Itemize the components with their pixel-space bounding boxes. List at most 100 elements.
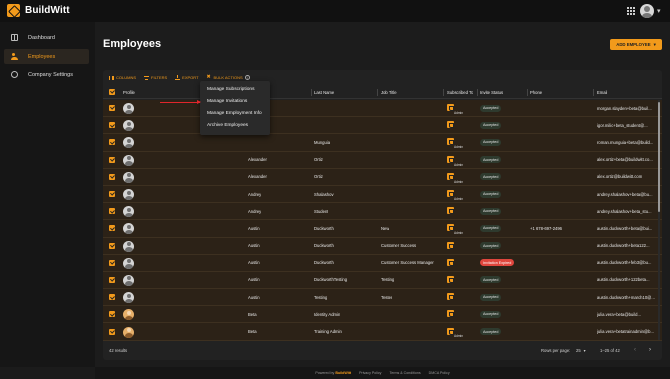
column-separator[interactable] (527, 89, 528, 96)
row-checkbox[interactable] (109, 139, 115, 146)
dmca-link[interactable]: DMCA Policy (429, 371, 450, 375)
table-row[interactable]: Andrey Student Accepted andrey.shalashov+be… (103, 203, 662, 221)
subscription-icon (447, 138, 454, 146)
column-header-subscribed-to[interactable]: Subscribed To (447, 86, 473, 98)
terms-link[interactable]: Terms & Conditions (389, 371, 420, 375)
dashboard-icon (11, 34, 18, 41)
table-row[interactable]: Admin Accepted morgan.slayden+beta@buil... (103, 100, 662, 118)
sidebar: Dashboard Employees Company Settings (0, 22, 95, 367)
row-checkbox[interactable] (109, 191, 115, 198)
column-header-phone[interactable]: Phone (530, 86, 542, 98)
menu-item-manage-subscriptions[interactable]: Manage Subscriptions (207, 87, 254, 92)
email: morgan.slayden+beta@buil... (597, 105, 652, 111)
avatar (123, 257, 134, 269)
subscription-icon (447, 104, 454, 112)
row-checkbox[interactable] (109, 225, 115, 232)
scrollbar-thumb[interactable] (658, 102, 660, 212)
column-header-email[interactable]: Email (597, 86, 607, 98)
email: alex.ortiz@buildwitt.com (597, 174, 643, 180)
column-separator[interactable] (311, 89, 312, 96)
first-name: Austin (248, 294, 260, 300)
status-badge: Accepted (480, 138, 502, 146)
table-row[interactable]: Alexander Ortiz Admin Accepted alex.ortiz+be… (103, 151, 662, 169)
table-row[interactable]: Alexander Ortiz Admin Accepted alex.ortiz@bu… (103, 168, 662, 186)
filter-icon (144, 75, 150, 80)
column-header-invite-status[interactable]: Invite Status (480, 86, 503, 98)
table-row[interactable]: Austin Duckworth Customer Success Manager I… (103, 254, 662, 272)
bulk-actions-button[interactable]: BULK ACTIONS i (207, 74, 250, 80)
table-body: Admin Accepted morgan.slayden+beta@buil...… (103, 100, 662, 341)
row-checkbox[interactable] (109, 276, 115, 283)
app-logo[interactable]: BuildWitt (7, 4, 70, 17)
column-header-profile[interactable]: Profile (123, 86, 135, 98)
row-checkbox[interactable] (109, 156, 115, 163)
table-row[interactable]: Beta Identity Admin Accepted julia.vera+bet… (103, 306, 662, 324)
menu-item-archive-employees[interactable]: Archive Employees (207, 123, 248, 128)
apps-grid-icon[interactable] (627, 7, 635, 15)
status-badge: Accepted (480, 207, 502, 215)
column-separator[interactable] (443, 89, 444, 96)
subscription-icon (447, 190, 454, 198)
status-badge: Accepted (480, 156, 502, 164)
table-row[interactable]: Munguia Admin Accepted roman.munguia+beta@b… (103, 134, 662, 152)
table-row[interactable]: Beta Training Admin Admin Accepted julia.ver… (103, 323, 662, 341)
table-row[interactable]: Austin DuckworthTesting Testing Accepted aus… (103, 271, 662, 290)
last-name: DuckworthTesting (314, 277, 348, 283)
prev-page-button[interactable]: ‹ (634, 342, 636, 358)
tools-icon (207, 74, 212, 80)
buildwitt-logo-icon (7, 4, 20, 17)
export-button[interactable]: EXPORT (175, 74, 199, 80)
rows-per-page-select[interactable]: 25 ▾ (576, 342, 586, 358)
row-checkbox[interactable] (109, 122, 115, 129)
sidebar-item-dashboard[interactable]: Dashboard (4, 30, 89, 45)
last-name: Ortiz (314, 174, 323, 180)
sidebar-item-label: Employees (28, 53, 56, 60)
admin-tag: Admin (454, 231, 464, 236)
user-avatar[interactable] (640, 4, 654, 18)
subscription-icon (447, 121, 454, 129)
column-header-job-title[interactable]: Job Title (381, 86, 397, 98)
avatar (123, 189, 134, 201)
last-name: Ortiz (314, 157, 323, 163)
info-icon[interactable]: i (244, 75, 250, 80)
row-checkbox[interactable] (109, 259, 115, 266)
row-checkbox[interactable] (109, 311, 115, 318)
subscription-icon (447, 241, 454, 249)
table-row[interactable]: Andrey Shalashov Admin Accepted andrey.shala… (103, 185, 662, 204)
sidebar-item-company-settings[interactable]: Company Settings (4, 67, 89, 82)
first-name: Austin (248, 243, 260, 249)
row-checkbox[interactable] (109, 242, 115, 249)
export-icon (175, 74, 181, 80)
admin-tag: Admin (454, 111, 464, 115)
row-checkbox[interactable] (109, 173, 115, 180)
sidebar-item-employees[interactable]: Employees (4, 49, 89, 64)
menu-item-manage-invitations[interactable]: Manage Invitations (207, 99, 247, 104)
menu-item-manage-employment-info[interactable]: Manage Employment Info (207, 111, 262, 116)
next-page-button[interactable]: › (649, 342, 651, 358)
column-header-last-name[interactable]: Last Name (314, 86, 334, 98)
last-name: Student (314, 208, 329, 214)
last-name: Testing (314, 294, 328, 300)
add-employee-button[interactable]: ADD EMPLOYEE ▾ (610, 39, 662, 50)
chevron-down-icon[interactable]: ▾ (657, 7, 661, 15)
last-name: Training Admin (314, 329, 342, 335)
table-row[interactable]: Austin Testing Tester Accepted austin.duckwo… (103, 289, 662, 307)
employees-table: COLUMNS FILTERS EXPORT BULK ACTIONS i Pr… (103, 70, 662, 360)
table-row[interactable]: Austin Duckworth Customer Success Accepted a… (103, 237, 662, 255)
column-separator[interactable] (593, 89, 594, 96)
select-all-checkbox[interactable] (109, 89, 115, 95)
status-badge: Accepted (480, 293, 502, 301)
filters-button[interactable]: FILTERS (144, 75, 167, 80)
table-row[interactable]: Austin Duckworth New Admin Accepted +1 678-69… (103, 220, 662, 238)
row-checkbox[interactable] (109, 294, 115, 301)
columns-button[interactable]: COLUMNS (109, 75, 136, 80)
bulk-actions-label: BULK ACTIONS (213, 75, 243, 80)
avatar (123, 309, 134, 321)
row-checkbox[interactable] (109, 328, 115, 335)
privacy-policy-link[interactable]: Privacy Policy (359, 371, 381, 375)
row-checkbox[interactable] (109, 208, 115, 215)
table-row[interactable]: Accepted igor.milic+beta_student@... (103, 117, 662, 135)
column-separator[interactable] (377, 89, 378, 96)
row-checkbox[interactable] (109, 105, 115, 112)
column-separator[interactable] (477, 89, 478, 96)
